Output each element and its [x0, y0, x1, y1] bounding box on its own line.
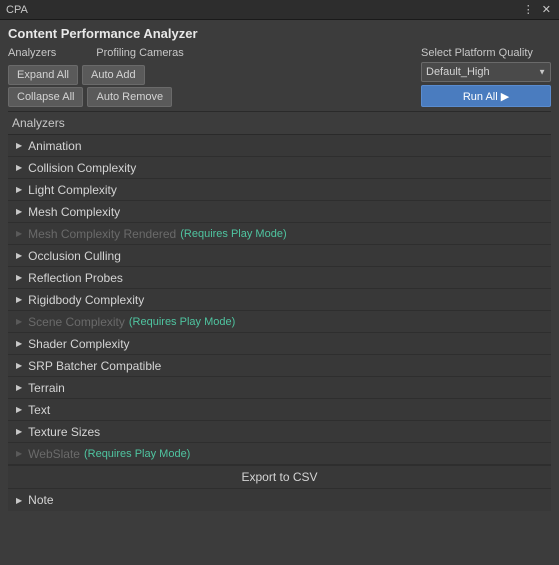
expand-icon: ▶ — [16, 141, 22, 150]
top-controls: Analyzers Profiling Cameras Expand All A… — [8, 47, 551, 107]
expand-icon: ▶ — [16, 229, 22, 238]
expand-icon: ▶ — [16, 449, 22, 458]
expand-icon: ▶ — [16, 427, 22, 436]
analyzer-label: Mesh Complexity Rendered — [28, 227, 176, 241]
expand-icon: ▶ — [16, 251, 22, 260]
expand-icon: ▶ — [16, 295, 22, 304]
expand-icon: ▶ — [16, 361, 22, 370]
analyzer-item-reflection-probes[interactable]: ▶ Reflection Probes — [8, 267, 551, 289]
analyzer-label: Collision Complexity — [28, 161, 136, 175]
analyzer-item-texture-sizes[interactable]: ▶ Texture Sizes — [8, 421, 551, 443]
title-bar-controls: ⋮ ✕ — [521, 3, 553, 16]
note-label: Note — [28, 493, 53, 507]
expand-icon: ▶ — [16, 207, 22, 216]
analyzer-label: SRP Batcher Compatible — [28, 359, 161, 373]
expand-icon: ▶ — [16, 185, 22, 194]
title-bar: CPA ⋮ ✕ — [0, 0, 559, 20]
analyzer-item-mesh-complexity[interactable]: ▶ Mesh Complexity — [8, 201, 551, 223]
requires-play-mode-tag: (Requires Play Mode) — [180, 228, 286, 240]
auto-add-button[interactable]: Auto Add — [82, 65, 145, 85]
export-to-csv-button[interactable]: Export to CSV — [8, 465, 551, 489]
profiling-cameras-label: Profiling Cameras — [96, 47, 183, 59]
analyzer-label: Mesh Complexity — [28, 205, 120, 219]
analyzer-item-mesh-complexity-rendered[interactable]: ▶ Mesh Complexity Rendered (Requires Pla… — [8, 223, 551, 245]
analyzer-label: Text — [28, 403, 50, 417]
analyzer-item-occlusion-culling[interactable]: ▶ Occlusion Culling — [8, 245, 551, 267]
expand-icon: ▶ — [16, 405, 22, 414]
platform-quality-dropdown[interactable]: Default_Low Default_Medium Default_High … — [421, 62, 551, 82]
analyzer-label: Shader Complexity — [28, 337, 129, 351]
analyzer-list: ▶ Animation ▶ Collision Complexity ▶ Lig… — [8, 135, 551, 465]
analyzer-label: Animation — [28, 139, 81, 153]
left-controls: Analyzers Profiling Cameras Expand All A… — [8, 47, 184, 107]
analyzers-label: Analyzers — [8, 47, 56, 59]
main-panel: Content Performance Analyzer Analyzers P… — [0, 20, 559, 517]
expand-collapse-row: Expand All Auto Add — [8, 65, 184, 85]
analyzer-item-webslate[interactable]: ▶ WebSlate (Requires Play Mode) — [8, 443, 551, 465]
requires-play-mode-tag: (Requires Play Mode) — [84, 448, 190, 460]
analyzer-item-terrain[interactable]: ▶ Terrain — [8, 377, 551, 399]
analyzer-label: Terrain — [28, 381, 65, 395]
requires-play-mode-tag: (Requires Play Mode) — [129, 316, 235, 328]
auto-remove-button[interactable]: Auto Remove — [87, 87, 172, 107]
analyzer-item-text[interactable]: ▶ Text — [8, 399, 551, 421]
analyzers-section-header: Analyzers — [8, 111, 551, 135]
analyzer-label: Texture Sizes — [28, 425, 100, 439]
menu-button[interactable]: ⋮ — [521, 3, 536, 16]
analyzer-label: Occlusion Culling — [28, 249, 121, 263]
right-controls: Select Platform Quality Default_Low Defa… — [421, 47, 551, 107]
expand-icon: ▶ — [16, 383, 22, 392]
platform-quality-label: Select Platform Quality — [421, 47, 533, 59]
close-button[interactable]: ✕ — [540, 3, 553, 16]
expand-icon: ▶ — [16, 163, 22, 172]
note-item[interactable]: ▶ Note — [8, 489, 551, 511]
window-title: CPA — [6, 4, 28, 16]
analyzer-label: Rigidbody Complexity — [28, 293, 144, 307]
analyzer-item-scene-complexity[interactable]: ▶ Scene Complexity (Requires Play Mode) — [8, 311, 551, 333]
analyzer-item-shader-complexity[interactable]: ▶ Shader Complexity — [8, 333, 551, 355]
expand-icon: ▶ — [16, 339, 22, 348]
expand-all-button[interactable]: Expand All — [8, 65, 78, 85]
analyzer-item-srp-batcher[interactable]: ▶ SRP Batcher Compatible — [8, 355, 551, 377]
platform-dropdown-wrapper: Default_Low Default_Medium Default_High … — [421, 62, 551, 82]
label-row: Analyzers Profiling Cameras — [8, 47, 184, 59]
analyzer-label: Scene Complexity — [28, 315, 125, 329]
analyzer-item-rigidbody-complexity[interactable]: ▶ Rigidbody Complexity — [8, 289, 551, 311]
analyzer-label: Light Complexity — [28, 183, 117, 197]
export-label: Export to CSV — [241, 470, 317, 484]
collapse-autoremove-row: Collapse All Auto Remove — [8, 87, 184, 107]
analyzer-label: WebSlate — [28, 447, 80, 461]
analyzer-item-collision-complexity[interactable]: ▶ Collision Complexity — [8, 157, 551, 179]
run-all-button[interactable]: Run All ▶ — [421, 85, 551, 107]
panel-title: Content Performance Analyzer — [8, 26, 551, 41]
analyzer-label: Reflection Probes — [28, 271, 123, 285]
expand-icon: ▶ — [16, 317, 22, 326]
expand-icon: ▶ — [16, 273, 22, 282]
analyzer-item-light-complexity[interactable]: ▶ Light Complexity — [8, 179, 551, 201]
expand-icon: ▶ — [16, 496, 22, 505]
analyzer-item-animation[interactable]: ▶ Animation — [8, 135, 551, 157]
collapse-all-button[interactable]: Collapse All — [8, 87, 83, 107]
